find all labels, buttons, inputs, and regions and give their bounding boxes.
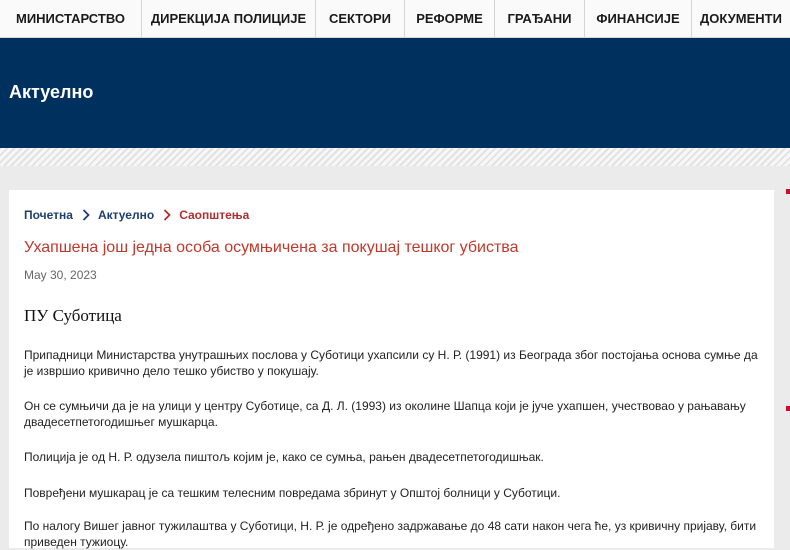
- article-paragraph: Припадници Министарства унутрашњих посло…: [24, 348, 758, 378]
- article-paragraph: Полиција је од Н. Р. одузела пиштољ који…: [24, 450, 544, 464]
- nav-item-documents[interactable]: ДОКУМЕНТИ: [692, 0, 790, 37]
- nav-item-sectors[interactable]: СЕКТОРИ: [316, 0, 405, 37]
- main-navigation: МИНИСТАРСТВО ДИРЕКЦИЈА ПОЛИЦИЈЕ СЕКТОРИ …: [0, 0, 790, 38]
- article-title: Ухапшена још једна особа осумњичена за п…: [24, 239, 519, 256]
- breadcrumb-section[interactable]: Актуелно: [98, 208, 154, 222]
- banner-title: Актуелно: [9, 82, 94, 102]
- article-paragraph: Он се сумњичи да је на улици у центру Су…: [24, 399, 746, 429]
- article-date: May 30, 2023: [24, 268, 97, 282]
- sidebar-accent-mark: [786, 189, 790, 194]
- nav-item-police-directorate[interactable]: ДИРЕКЦИЈА ПОЛИЦИЈЕ: [142, 0, 316, 37]
- chevron-right-icon: [82, 209, 90, 221]
- chevron-right-icon: [163, 209, 171, 221]
- article-paragraph: По налогу Вишег јавног тужилаштва у Субо…: [24, 519, 757, 549]
- breadcrumb-home[interactable]: Почетна: [24, 208, 73, 222]
- breadcrumb: Почетна Актуелно Саопштења: [24, 208, 249, 222]
- article-heading: ПУ Суботица: [24, 306, 122, 325]
- nav-item-reforms[interactable]: РЕФОРМЕ: [405, 0, 495, 37]
- sidebar-accent-mark: [786, 406, 790, 411]
- article-paragraph: Повређени мушкарац је са тешким телесним…: [24, 486, 561, 500]
- article-card: Почетна Актуелно Саопштења Ухапшена још …: [9, 190, 774, 549]
- nav-item-citizens[interactable]: ГРАЂАНИ: [495, 0, 585, 37]
- decorative-stripes: [0, 148, 790, 166]
- nav-item-ministry[interactable]: МИНИСТАРСТВО: [0, 0, 142, 37]
- breadcrumb-current: Саопштења: [179, 208, 250, 222]
- page-banner: Актуелно: [0, 38, 790, 148]
- nav-item-finances[interactable]: ФИНАНСИЈЕ: [585, 0, 692, 37]
